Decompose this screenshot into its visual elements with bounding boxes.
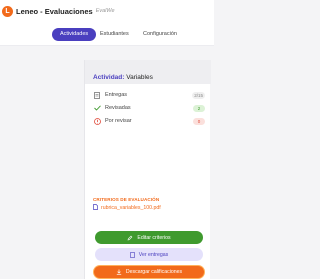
alert-icon <box>93 117 101 125</box>
activity-title-value: Variables <box>126 74 153 81</box>
criteria-file-link[interactable]: rubrica_variables_100.pdf <box>93 204 161 212</box>
document-icon <box>129 251 135 258</box>
edit-criteria-button[interactable]: Editar criterios <box>95 231 203 244</box>
stat-revisadas: Revisadas 2 <box>93 103 205 113</box>
document-icon <box>93 91 101 99</box>
app-title: Leneo - Evaluaciones <box>16 6 93 16</box>
tab-actividades[interactable]: Actividades <box>52 28 97 41</box>
download-grades-button[interactable]: Descargar calificaciones <box>93 265 205 279</box>
tab-estudiantes[interactable]: Estudiantes <box>100 28 129 41</box>
view-submissions-button[interactable]: Ver entregas <box>95 248 203 261</box>
stat-count-badge: 2 <box>193 104 205 112</box>
app-logo: L <box>2 5 13 17</box>
app-subtitle: EvalWe <box>95 8 115 14</box>
pencil-icon <box>127 235 133 241</box>
stat-count-badge: 0 <box>193 117 205 125</box>
activity-title-label: Actividad: <box>93 74 125 81</box>
view-submissions-label: Ver entregas <box>138 251 169 258</box>
tab-configuracion[interactable]: Configuración <box>143 28 177 41</box>
criteria-file-name[interactable]: rubrica_variables_100.pdf <box>101 205 161 211</box>
app-header: L Leneo - Evaluaciones EvalWe <box>0 0 214 22</box>
stat-count-badge: 2/15 <box>192 91 205 99</box>
check-icon <box>93 104 101 112</box>
activity-title: Actividad: Variables <box>93 74 153 81</box>
download-icon <box>116 269 122 275</box>
criteria-heading: CRITERIOS DE EVALUACIÓN <box>93 197 160 202</box>
stat-label: Revisadas <box>105 105 131 111</box>
stat-label: Entregas <box>105 92 128 98</box>
edit-criteria-label: Editar criterios <box>137 234 171 241</box>
download-grades-label: Descargar calificaciones <box>125 269 183 275</box>
stat-entregas: Entregas 2/15 <box>93 90 205 100</box>
file-icon <box>93 204 98 212</box>
stat-por-revisar: Por revisar 0 <box>93 116 205 126</box>
stat-label: Por revisar <box>105 118 132 124</box>
activity-panel: Actividad: Variables Entregas 2/15 Revis… <box>84 60 211 279</box>
tab-bar: Actividades Estudiantes Configuración <box>0 22 214 46</box>
